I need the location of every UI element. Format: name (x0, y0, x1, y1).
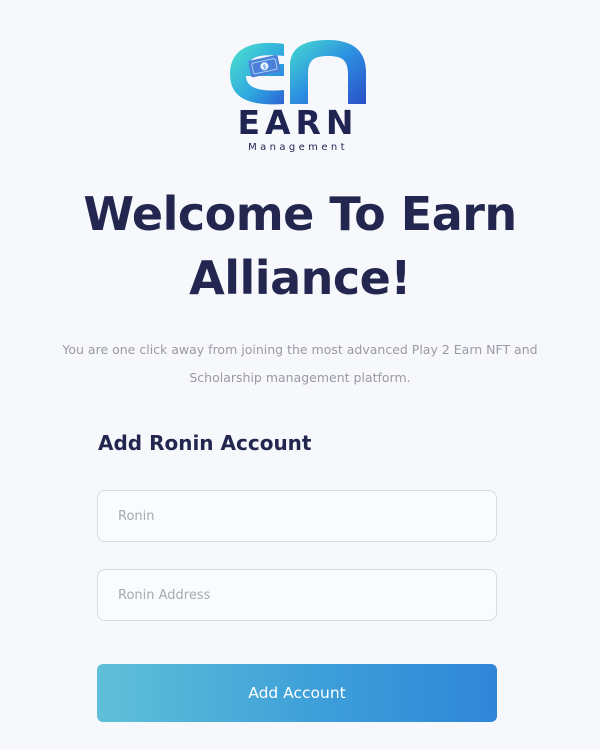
ronin-address-input[interactable] (97, 569, 497, 621)
add-account-button[interactable]: Add Account (97, 664, 497, 722)
form-heading: Add Ronin Account (98, 431, 312, 455)
ronin-input[interactable] (97, 490, 497, 542)
earn-logo-mark-icon: $ (230, 40, 366, 105)
page-subtitle: You are one click away from joining the … (62, 342, 538, 385)
signup-page: $ EARN Management Welcome To Earn Allian… (0, 0, 600, 749)
logo-subtitle: Management (248, 142, 348, 153)
page-title: Welcome To Earn Alliance! (83, 187, 517, 305)
logo-wordmark: EARN (237, 103, 359, 142)
earn-logo: $ EARN Management (226, 38, 370, 156)
